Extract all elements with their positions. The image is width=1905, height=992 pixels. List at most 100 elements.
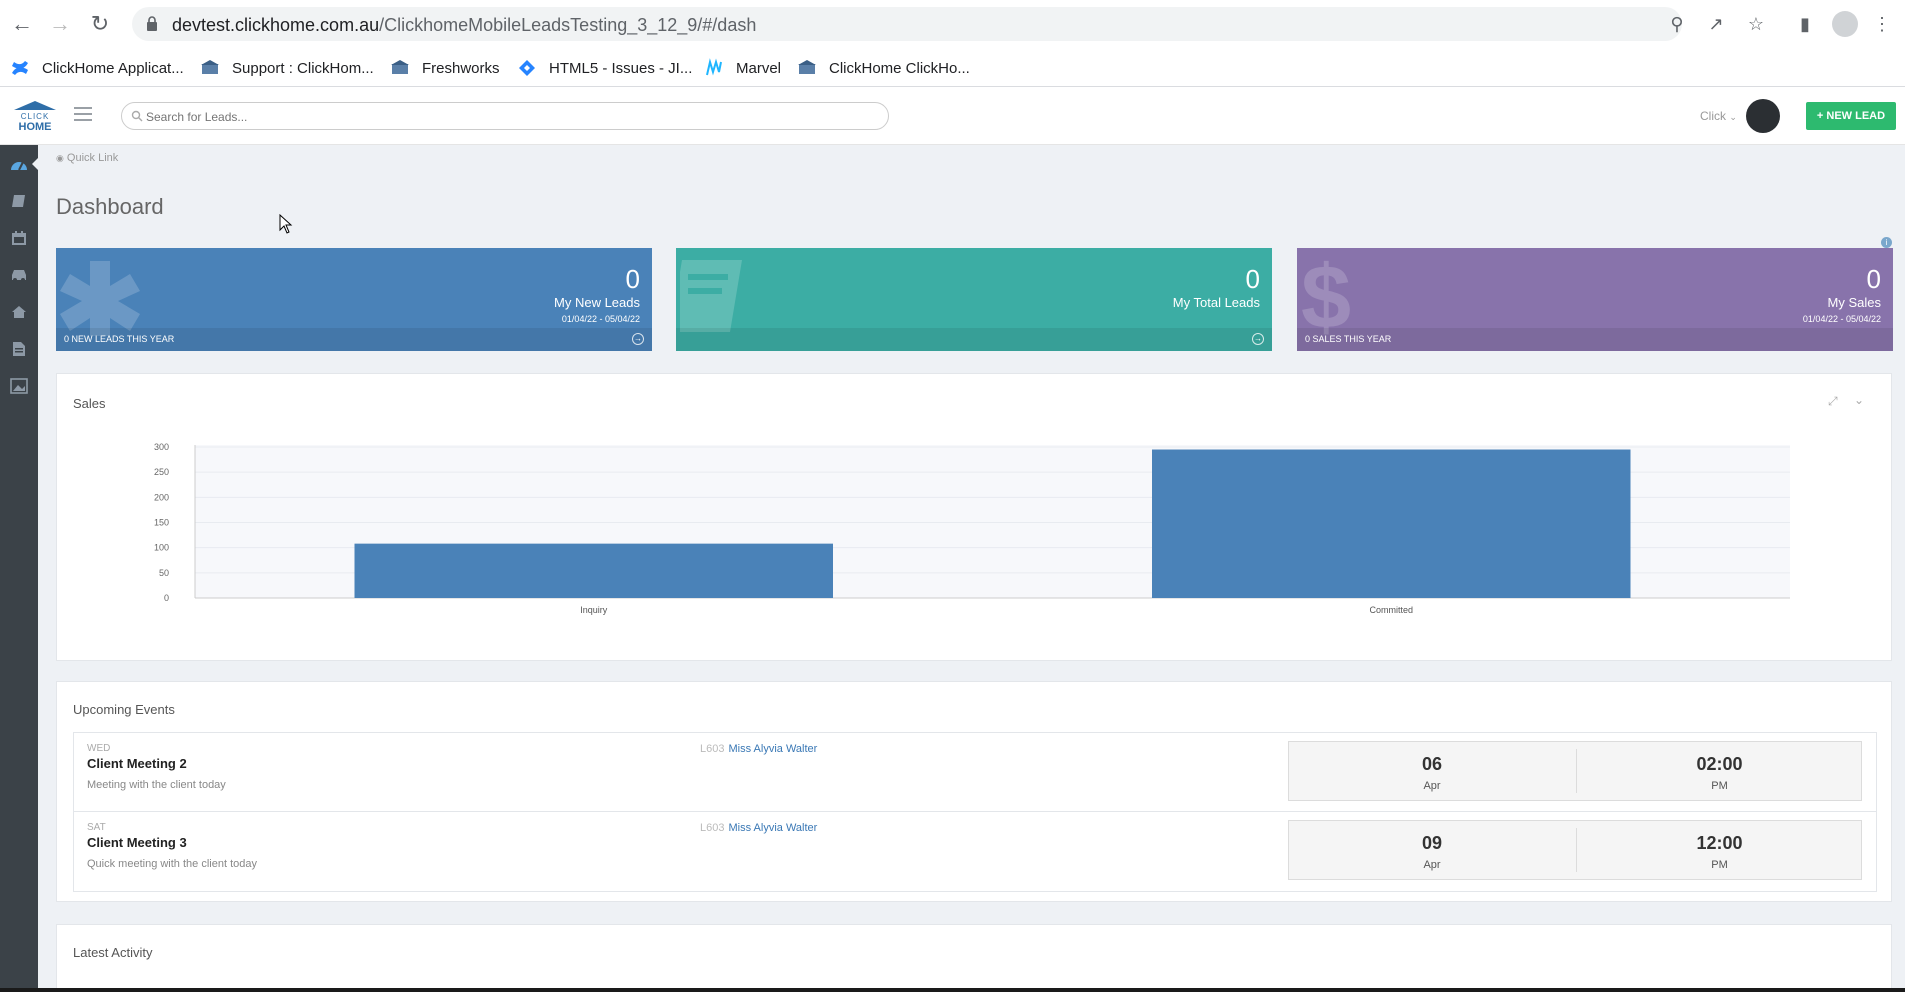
bookmark-support[interactable]: Support : ClickHom... [200, 56, 374, 80]
stat-footer-text: 0 NEW LEADS THIS YEAR [64, 334, 175, 344]
event-time: 02:00 PM [1576, 749, 1862, 793]
bookmark-label: ClickHome ClickHo... [829, 59, 970, 77]
user-menu[interactable]: Click ⌄ [1700, 109, 1737, 123]
x-tick-label: Inquiry [580, 605, 608, 615]
search-input[interactable] [146, 107, 866, 127]
back-icon[interactable]: ← [8, 10, 36, 38]
chart-bar [354, 543, 833, 598]
bookmark-label: Marvel [736, 59, 782, 77]
sales-panel: Sales ⤢ ⌄ 0 50 100 150 200 250 300 Inquiry Commi… [56, 373, 1892, 661]
gallery-icon [10, 378, 28, 394]
event-ampm: PM [1711, 780, 1728, 792]
stat-dates: 01/04/22 - 05/04/22 [1802, 314, 1881, 324]
stat-value: 0 [1866, 264, 1881, 294]
avatar[interactable] [1746, 99, 1780, 133]
lead-person-link[interactable]: Miss Alyvia Walter [728, 743, 817, 755]
dollar-icon: $ [1301, 256, 1351, 336]
stat-footer[interactable]: 0 NEW LEADS THIS YEAR → [56, 328, 652, 351]
stat-footer-text: 0 SALES THIS YEAR [1305, 334, 1392, 344]
stat-card-new-leads[interactable]: 0 My New Leads 01/04/22 - 05/04/22 0 NEW… [56, 248, 652, 351]
clickhome-icon [798, 60, 816, 74]
url-path: /ClickhomeMobileLeadsTesting_3_12_9/#/da… [379, 15, 757, 35]
menu-icon[interactable]: ⋮ [1870, 12, 1894, 36]
nav-calendar[interactable] [0, 219, 38, 257]
quick-link[interactable]: ◉ Quick Link [56, 152, 118, 164]
profile-icon[interactable] [1832, 11, 1858, 37]
bookmark-label: HTML5 - Issues - JI... [549, 59, 693, 77]
info-icon[interactable]: i [1881, 237, 1892, 248]
arrow-right-icon[interactable]: → [632, 333, 644, 345]
bookmark-jira[interactable]: HTML5 - Issues - JI... [517, 56, 692, 80]
jira-icon [519, 60, 535, 76]
arrow-right-icon[interactable]: → [1252, 333, 1264, 345]
event-clock: 02:00 [1696, 754, 1743, 774]
bookmark-freshworks[interactable]: Freshworks [390, 56, 500, 80]
stat-value: 0 [625, 264, 640, 294]
panel-title: Upcoming Events [73, 702, 175, 717]
event-time: 12:00 PM [1576, 828, 1862, 872]
side-panel-icon[interactable]: ▮ [1793, 12, 1817, 36]
y-tick-label: 200 [154, 492, 169, 502]
stat-card-sales[interactable]: $ 0 My Sales 01/04/22 - 05/04/22 0 SALES… [1297, 248, 1893, 351]
bookmark-label: Freshworks [422, 59, 500, 77]
event-day: SAT [87, 822, 106, 833]
stat-card-total-leads[interactable]: 0 My Total Leads → [676, 248, 1272, 351]
event-title: Client Meeting 3 [87, 835, 187, 850]
y-tick-label: 150 [154, 518, 169, 528]
lock-icon [147, 16, 157, 31]
bookmark-marvel[interactable]: Marvel [704, 56, 781, 80]
forward-icon[interactable]: → [46, 10, 74, 38]
nav-leads[interactable] [0, 182, 38, 220]
latest-activity-panel: Latest Activity [56, 924, 1892, 992]
reload-icon[interactable]: ↻ [86, 10, 114, 38]
share-icon[interactable]: ↗ [1704, 12, 1728, 36]
nav-home[interactable] [0, 293, 38, 331]
bookmark-label: Support : ClickHom... [232, 59, 374, 77]
stat-dates: 01/04/22 - 05/04/22 [561, 314, 640, 324]
url-text: devtest.clickhome.com.au/ClickhomeMobile… [172, 15, 756, 36]
star-icon[interactable]: ☆ [1744, 12, 1768, 36]
event-day: WED [87, 743, 111, 754]
clickhome-icon [201, 60, 219, 74]
event-row[interactable]: SAT Client Meeting 3 Quick meeting with … [74, 812, 1876, 891]
nav-gallery[interactable] [0, 367, 38, 405]
event-ampm: PM [1711, 859, 1728, 871]
nav-dashboard[interactable] [0, 145, 39, 183]
hamburger-menu-icon[interactable] [74, 107, 92, 123]
event-row[interactable]: WED Client Meeting 2 Meeting with the cl… [74, 733, 1876, 812]
chart-bar [1152, 449, 1631, 598]
event-month: Apr [1423, 859, 1441, 871]
nav-documents[interactable] [0, 330, 38, 368]
home-icon [12, 306, 26, 318]
address-bar[interactable]: devtest.clickhome.com.au/ClickhomeMobile… [132, 7, 1682, 41]
chevron-down-icon: ⌄ [1729, 112, 1737, 122]
quick-link-label: Quick Link [66, 152, 119, 164]
bookmark-clickhome[interactable]: ClickHome ClickHo... [797, 56, 970, 80]
stat-footer[interactable]: → [676, 328, 1272, 351]
y-tick-label: 100 [154, 543, 169, 553]
nav-vehicles[interactable] [0, 256, 38, 294]
bookmark-clickhome-app[interactable]: ClickHome Applicat... [10, 56, 184, 80]
lead-search [121, 102, 889, 130]
svg-text:CLICK: CLICK [21, 112, 50, 121]
zoom-icon[interactable]: ⚲ [1665, 12, 1689, 36]
new-lead-button[interactable]: + NEW LEAD [1806, 102, 1896, 130]
stat-footer[interactable]: 0 SALES THIS YEAR [1297, 328, 1893, 351]
y-tick-label: 300 [154, 442, 169, 452]
stat-label: My Sales [1827, 295, 1881, 310]
circle-icon: ◉ [56, 153, 64, 163]
clickhome-logo[interactable]: CLICK HOME [12, 100, 58, 132]
event-description: Meeting with the client today [87, 779, 226, 791]
clickhome-icon [391, 60, 409, 74]
stat-label: My New Leads [554, 295, 640, 310]
user-name: Click [1700, 109, 1726, 123]
y-tick-label: 0 [164, 593, 169, 603]
bookmarks-bar: ClickHome Applicat... Support : ClickHom… [0, 49, 1905, 87]
lead-code: L603 [700, 822, 725, 834]
event-lead: L603 Miss Alyvia Walter [700, 822, 817, 834]
event-day-number: 09 [1421, 833, 1443, 853]
y-tick-label: 50 [159, 568, 169, 578]
lead-person-link[interactable]: Miss Alyvia Walter [728, 822, 817, 834]
panel-title: Latest Activity [73, 945, 153, 960]
mouse-cursor-icon [279, 214, 293, 234]
